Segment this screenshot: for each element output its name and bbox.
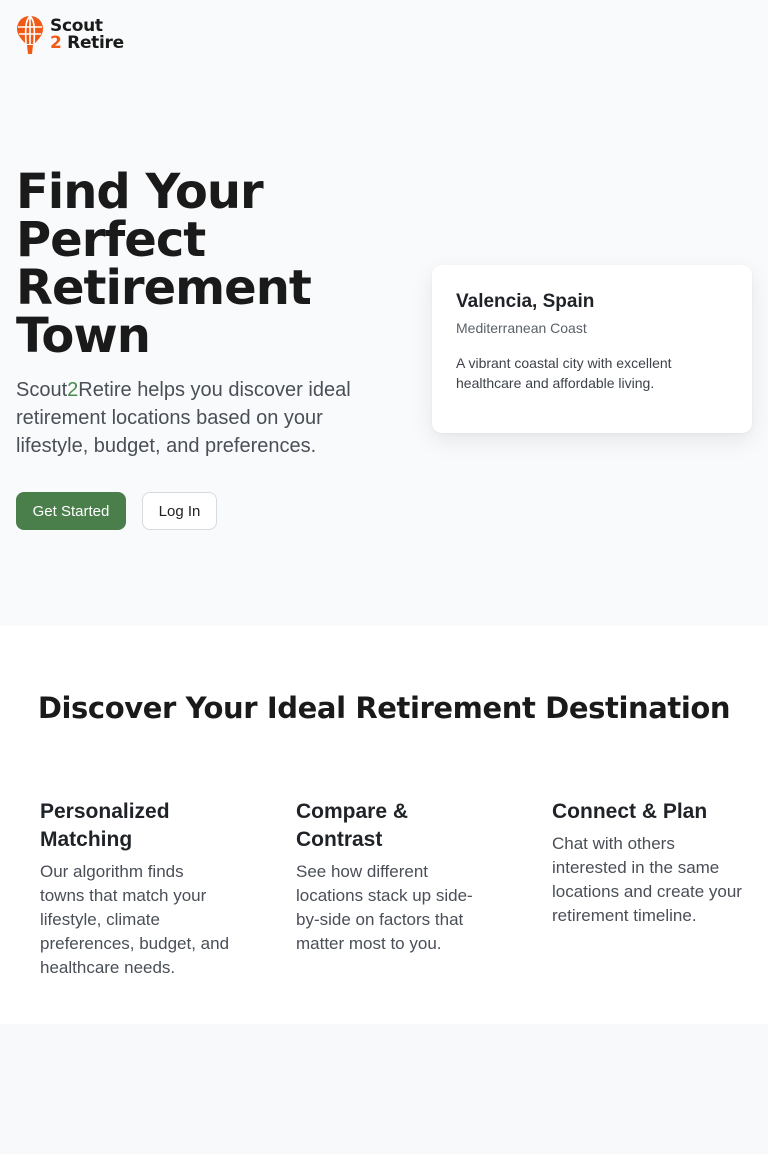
subtitle-brand-number: 2 bbox=[67, 379, 79, 401]
featured-town-card[interactable]: Valencia, Spain Mediterranean Coast A vi… bbox=[432, 265, 752, 433]
feature-title: Connect & Plan bbox=[552, 800, 708, 823]
features-title: Discover Your Ideal Retirement Destinati… bbox=[37, 691, 731, 725]
site-header: Scout 2 Retire bbox=[16, 14, 124, 56]
feature-compare-contrast: Compare & Contrast See how different loc… bbox=[296, 798, 486, 956]
feature-title: Personalized Matching bbox=[40, 800, 170, 851]
brand-number: 2 bbox=[50, 33, 62, 53]
card-region: Mediterranean Coast bbox=[456, 320, 587, 336]
feature-personalized-matching: Personalized Matching Our algorithm find… bbox=[40, 798, 230, 980]
card-title: Valencia, Spain bbox=[456, 291, 595, 312]
feature-description: See how different locations stack up sid… bbox=[296, 862, 473, 953]
card-description: A vibrant coastal city with excellent he… bbox=[456, 355, 672, 391]
feature-description: Our algorithm finds towns that match you… bbox=[40, 862, 230, 977]
feature-description: Chat with others interested in the same … bbox=[552, 834, 742, 925]
hero-title: Find Your Perfect Retirement Town bbox=[16, 164, 312, 364]
brand-name-line2: Retire bbox=[67, 33, 124, 53]
feature-connect-plan: Connect & Plan Chat with others interest… bbox=[552, 798, 742, 928]
hero-subtitle: Scout2Retire helps you discover ideal re… bbox=[16, 376, 396, 460]
get-started-button[interactable]: Get Started bbox=[16, 492, 126, 530]
feature-title: Compare & Contrast bbox=[296, 800, 409, 851]
brand-logo-text[interactable]: Scout 2 Retire bbox=[50, 18, 124, 52]
subtitle-brand-prefix: Scout bbox=[16, 379, 68, 401]
hot-air-balloon-icon[interactable] bbox=[16, 14, 44, 56]
log-in-button[interactable]: Log In bbox=[142, 492, 217, 530]
features-section: Discover Your Ideal Retirement Destinati… bbox=[0, 626, 768, 1024]
footer-band bbox=[0, 1024, 768, 1154]
